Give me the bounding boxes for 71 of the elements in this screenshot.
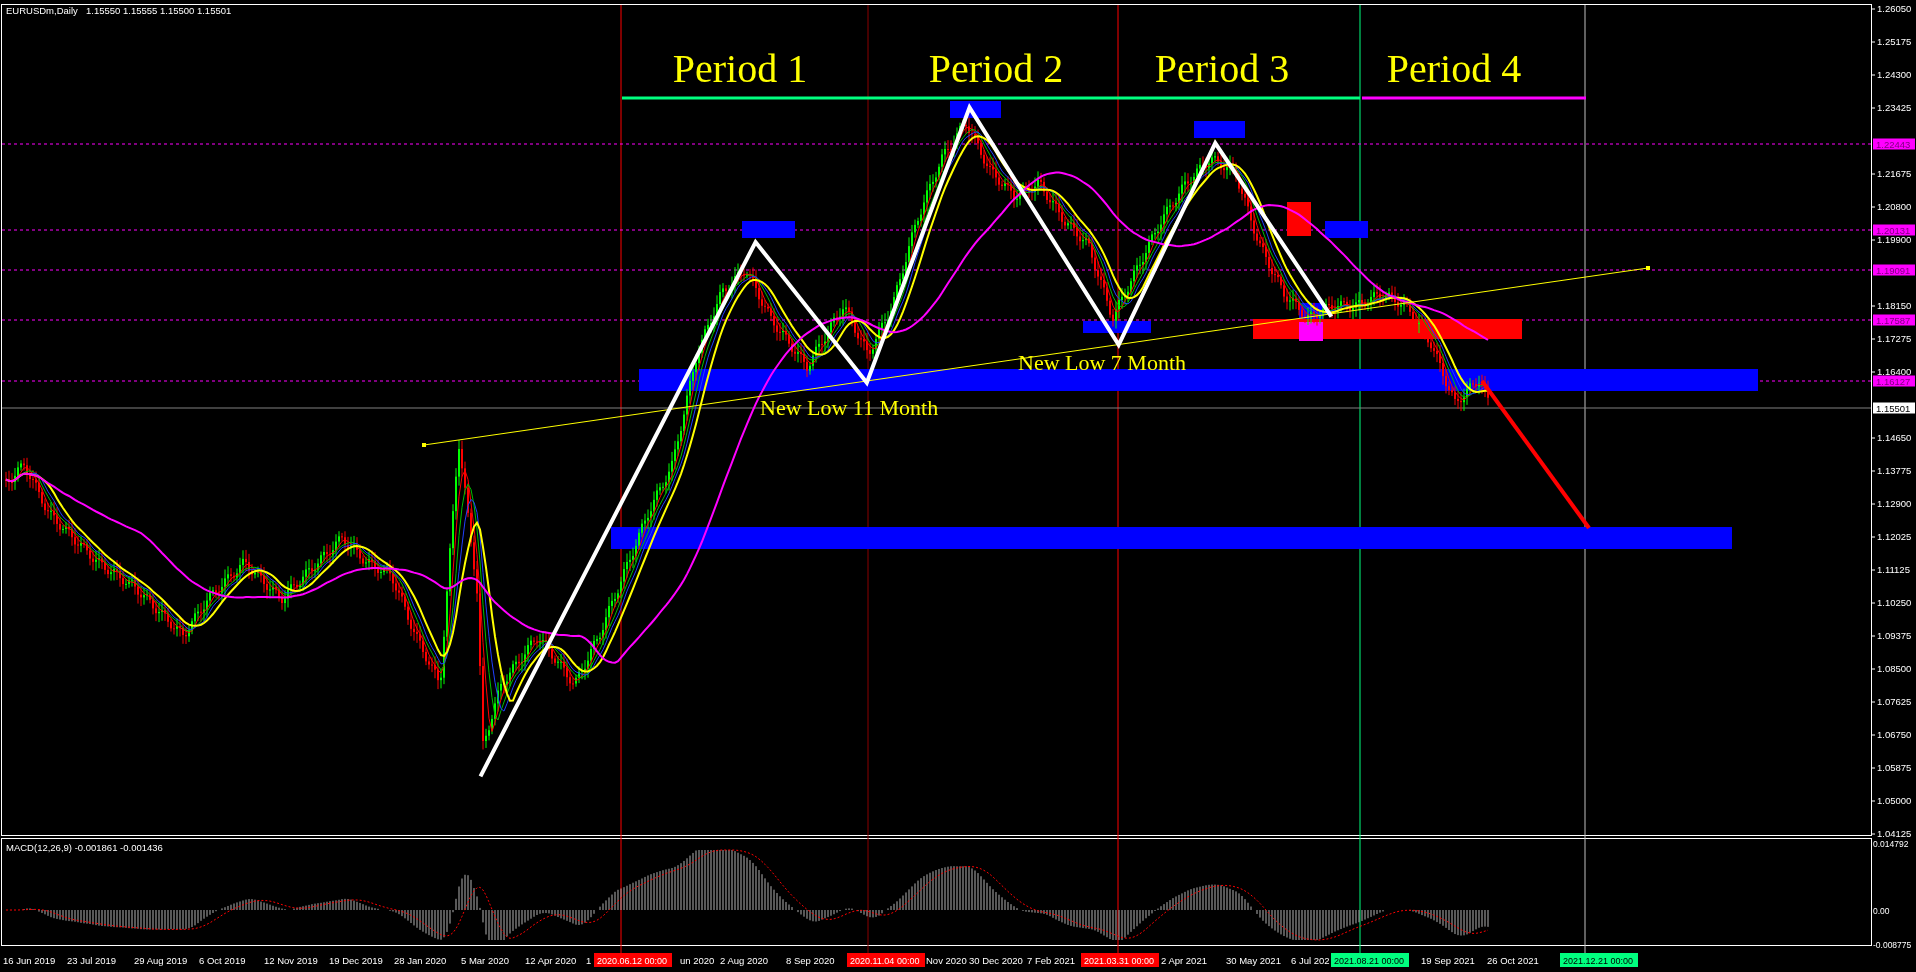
date-marker: 2020.06.12 00:00 (594, 953, 672, 967)
date-label: 12 Apr 2020 (525, 955, 577, 966)
price-tick-label: 1.04125 (1877, 828, 1912, 839)
price-tick-label: 1.17275 (1877, 333, 1912, 344)
date-label: 30 Dec 2020 (969, 955, 1023, 966)
date-label: 1 (586, 955, 592, 966)
date-label: 12 Nov 2019 (264, 955, 318, 966)
date-label: 28 Jan 2020 (394, 955, 447, 966)
date-label: 7 Feb 2021 (1027, 955, 1076, 966)
zone-rectangle (1287, 202, 1311, 236)
price-level-label: 1.15501 (1873, 402, 1915, 414)
macd-axis-label: -0.008775 (1873, 940, 1912, 950)
period-label: Period 2 (928, 46, 1064, 91)
price-tick-label: 1.24300 (1877, 69, 1912, 80)
date-marker: 2021.03.31 00:00 (1081, 953, 1159, 967)
price-level-label: 1.17587 (1873, 314, 1915, 326)
price-tick-label: 1.07625 (1877, 696, 1912, 707)
zone-rectangle (742, 221, 795, 238)
price-level-label: 1.20131 (1873, 224, 1915, 236)
price-tick-label: 1.16400 (1877, 366, 1912, 377)
symbol-label: EURUSDm,Daily (6, 5, 78, 16)
date-label: un 2020 (680, 955, 715, 966)
period-label: Period 4 (1386, 46, 1522, 91)
price-tick-label: 1.21675 (1877, 168, 1912, 179)
date-marker: 2021.08.21 00:00 (1331, 953, 1409, 967)
price-tick-label: 1.08500 (1877, 663, 1912, 674)
quote-values: 1.15550 1.15555 1.15500 1.15501 (86, 5, 232, 16)
date-label: 6 Jul 202 (1291, 955, 1330, 966)
price-tick-label: 1.12025 (1877, 531, 1912, 542)
price-level-label: 1.19091 (1873, 264, 1915, 276)
macd-axis-label: 0.00 (1873, 906, 1890, 916)
price-tick-label: 1.06750 (1877, 729, 1912, 740)
price-tick-label: 1.05875 (1877, 762, 1912, 773)
price-level-label: 1.16127 (1873, 375, 1915, 387)
date-label: 19 Sep 2021 (1421, 955, 1475, 966)
date-label: 8 Sep 2020 (786, 955, 835, 966)
annotation-text: New Low 11 Month (760, 395, 939, 420)
macd-axis-label: 0.014792 (1873, 839, 1909, 849)
price-tick-label: 1.14650 (1877, 432, 1912, 443)
price-tick-label: 1.11125 (1877, 564, 1910, 575)
zone-rectangle (1194, 121, 1245, 138)
price-tick-label: 1.12900 (1877, 498, 1912, 509)
date-label: 2 Apr 2021 (1161, 955, 1207, 966)
price-tick-label: 1.18150 (1877, 300, 1912, 311)
annotation-text: New Low 7 Month (1018, 350, 1187, 375)
date-marker: 2020.11.04 00:00 (847, 953, 925, 967)
date-label: 5 Mar 2020 (461, 955, 510, 966)
indicator-label: MACD(12,26,9) -0.001861 -0.001436 (6, 842, 163, 853)
date-label: 23 Jul 2019 (67, 955, 117, 966)
date-label: 19 Dec 2019 (329, 955, 383, 966)
price-tick-label: 1.05000 (1877, 795, 1912, 806)
price-tick-label: 1.19900 (1877, 234, 1912, 245)
period-label: Period 3 (1154, 46, 1290, 91)
price-tick-label: 1.10250 (1877, 597, 1912, 608)
date-marker: 2021.12.21 00:00 (1560, 953, 1638, 967)
price-tick-label: 1.20800 (1877, 201, 1912, 212)
price-tick-label: 1.09375 (1877, 630, 1912, 641)
date-label: 29 Aug 2019 (134, 955, 188, 966)
price-tick-label: 1.25175 (1877, 36, 1912, 47)
price-tick-label: 1.26050 (1877, 3, 1912, 14)
date-label: 2 Aug 2020 (720, 955, 769, 966)
date-label: Nov 2020 (926, 955, 967, 966)
date-label: 16 Jun 2019 (3, 955, 56, 966)
zone-rectangle (1325, 221, 1368, 238)
price-level-label: 1.22443 (1873, 138, 1915, 150)
price-tick-label: 1.23425 (1877, 102, 1912, 113)
date-label: 6 Oct 2019 (199, 955, 246, 966)
date-label: 30 May 2021 (1226, 955, 1281, 966)
date-label: 26 Oct 2021 (1487, 955, 1539, 966)
period-label: Period 1 (672, 46, 808, 91)
price-tick-label: 1.13775 (1877, 465, 1912, 476)
